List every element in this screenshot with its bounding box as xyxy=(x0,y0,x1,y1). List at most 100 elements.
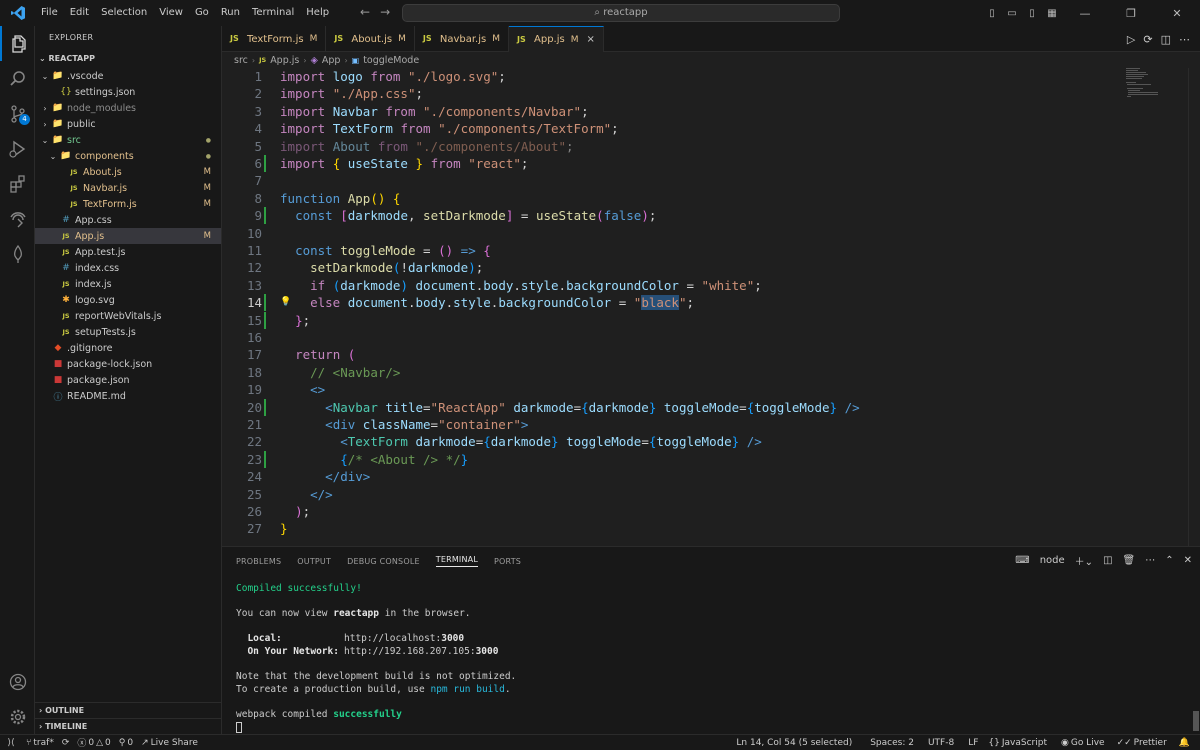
mongodb-leaf-icon[interactable] xyxy=(0,236,35,271)
close-tab-icon[interactable]: × xyxy=(586,34,594,45)
timeline-section[interactable]: › TIMELINE xyxy=(35,718,222,735)
run-debug-icon[interactable] xyxy=(0,131,35,166)
branch-indicator[interactable]: ⑂ traf* xyxy=(22,738,58,748)
tree-item[interactable]: JS setupTests.js xyxy=(35,324,221,340)
tree-item[interactable]: JS TextForm.js M xyxy=(35,196,221,212)
code-token: div xyxy=(332,417,356,432)
menu-item-selection[interactable]: Selection xyxy=(95,0,153,26)
forward-arrow-icon[interactable]: → xyxy=(380,5,390,19)
menu-item-run[interactable]: Run xyxy=(215,0,246,26)
close-panel-icon[interactable]: ✕ xyxy=(1184,555,1192,566)
tree-item[interactable]: {} settings.json xyxy=(35,84,221,100)
remote-indicator-icon[interactable]: ⟩⟨ xyxy=(0,735,22,750)
explorer-icon[interactable] xyxy=(0,26,35,61)
tree-item[interactable]: › 📁 node_modules xyxy=(35,100,221,116)
tree-item[interactable]: # index.css xyxy=(35,260,221,276)
tab-textform-js[interactable]: JS TextForm.js M xyxy=(222,26,327,52)
split-terminal-icon[interactable]: ◫ xyxy=(1103,555,1112,566)
indentation[interactable]: Spaces: 2 xyxy=(866,738,918,748)
command-center[interactable]: ⌕ reactapp xyxy=(402,4,840,22)
go-live-sync-icon[interactable]: ⟳ xyxy=(1143,33,1152,46)
sync-icon[interactable]: ⟳ xyxy=(58,738,74,748)
run-icon[interactable]: ▷ xyxy=(1127,33,1135,46)
breadcrumb-item[interactable]: src xyxy=(234,55,248,66)
terminal-output[interactable]: Compiled successfully! You can now view … xyxy=(236,583,516,734)
panel-tab-problems[interactable]: PROBLEMS xyxy=(236,557,281,566)
language-mode[interactable]: {} JavaScript xyxy=(984,738,1051,748)
panel-tab-ports[interactable]: PORTS xyxy=(494,557,521,566)
toggle-panel-icon[interactable]: ▭ xyxy=(1002,8,1022,19)
line-number: 25 xyxy=(246,486,262,502)
go-live-button[interactable]: ◉ Go Live xyxy=(1057,738,1109,748)
maximize-button[interactable]: ❐ xyxy=(1108,7,1154,20)
tab-about-js[interactable]: JS About.js M xyxy=(326,26,415,52)
menu-item-help[interactable]: Help xyxy=(300,0,335,26)
tab-app-js[interactable]: JS App.js M × xyxy=(509,26,604,52)
tree-item[interactable]: JS index.js xyxy=(35,276,221,292)
cursor-position[interactable]: Ln 14, Col 54 (5 selected) xyxy=(732,738,856,748)
maximize-panel-icon[interactable]: ⌃ xyxy=(1165,555,1173,566)
breadcrumb-item[interactable]: App.js xyxy=(270,55,299,66)
trash-icon[interactable]: 🗑 xyxy=(1123,555,1136,566)
code-token: ( xyxy=(347,347,356,363)
tree-item[interactable]: JS Navbar.js M xyxy=(35,180,221,196)
tree-item[interactable]: ■ package.json xyxy=(35,372,221,388)
panel-tab-debug-console[interactable]: DEBUG CONSOLE xyxy=(347,557,420,566)
code-token: ; xyxy=(302,312,311,328)
close-window-button[interactable]: ✕ xyxy=(1154,7,1200,20)
source-control-icon[interactable]: 4 xyxy=(0,96,35,131)
ports-indicator[interactable]: ⚲ 0 xyxy=(115,738,137,748)
extensions-icon[interactable] xyxy=(0,166,35,201)
menu-item-go[interactable]: Go xyxy=(189,0,215,26)
scroll-thumb[interactable] xyxy=(1193,711,1199,731)
tree-item[interactable]: ⌄ 📁 .vscode xyxy=(35,68,221,84)
tree-item[interactable]: ⌄ 📁 src ● xyxy=(35,132,221,148)
menu-item-terminal[interactable]: Terminal xyxy=(246,0,300,26)
panel-scrollbar[interactable] xyxy=(1190,573,1200,735)
accounts-icon[interactable] xyxy=(0,664,35,699)
tab-navbar-js[interactable]: JS Navbar.js M xyxy=(415,26,509,52)
customize-layout-icon[interactable]: ▦ xyxy=(1042,8,1062,19)
split-editor-icon[interactable]: ◫ xyxy=(1161,33,1171,46)
tree-item[interactable]: ■ package-lock.json xyxy=(35,356,221,372)
panel-tab-terminal[interactable]: TERMINAL xyxy=(435,555,479,567)
tree-item[interactable]: JS App.js M xyxy=(35,228,221,244)
tree-item[interactable]: ✱ logo.svg xyxy=(35,292,221,308)
end-of-line[interactable]: LF xyxy=(964,738,982,748)
more-actions-icon[interactable]: ⋯ xyxy=(1179,33,1190,46)
remote-explorer-icon[interactable] xyxy=(0,201,35,236)
tree-item[interactable]: ⓘ README.md xyxy=(35,388,221,404)
tree-item[interactable]: JS About.js M xyxy=(35,164,221,180)
minimize-button[interactable]: — xyxy=(1062,7,1108,20)
tree-item[interactable]: ◆ .gitignore xyxy=(35,340,221,356)
tree-item[interactable]: ⌄ 📁 components ● xyxy=(35,148,221,164)
encoding[interactable]: UTF-8 xyxy=(924,738,958,748)
search-view-icon[interactable] xyxy=(0,61,35,96)
tree-item[interactable]: JS App.test.js xyxy=(35,244,221,260)
outline-section[interactable]: › OUTLINE xyxy=(35,702,222,719)
settings-gear-icon[interactable] xyxy=(0,699,35,734)
back-arrow-icon[interactable]: ← xyxy=(360,5,370,19)
menu-item-edit[interactable]: Edit xyxy=(64,0,95,26)
prettier-button[interactable]: ✓✓ Prettier xyxy=(1113,738,1171,748)
tree-item[interactable]: JS reportWebVitals.js xyxy=(35,308,221,324)
code-editor[interactable]: 1 import logo from "./logo.svg"; 2 import "… xyxy=(222,68,1200,546)
workspace-root[interactable]: ⌄ REACTAPP xyxy=(35,50,221,68)
panel-tab-output[interactable]: OUTPUT xyxy=(297,557,331,566)
toggle-secondary-sidebar-icon[interactable]: ▯ xyxy=(1022,8,1042,19)
terminal-shell-name[interactable]: node xyxy=(1040,555,1065,566)
live-share-button[interactable]: ↗ Live Share xyxy=(137,738,202,748)
code-token: function xyxy=(280,190,341,206)
breadcrumb-item[interactable]: App xyxy=(322,55,341,66)
menu-item-view[interactable]: View xyxy=(153,0,189,26)
breadcrumb-item[interactable]: toggleMode xyxy=(363,55,419,66)
tree-item[interactable]: › 📁 public xyxy=(35,116,221,132)
tree-item[interactable]: # App.css xyxy=(35,212,221,228)
new-terminal-icon[interactable]: ＋⌄ xyxy=(1075,553,1093,568)
code-token: () xyxy=(438,243,454,258)
menu-item-file[interactable]: File xyxy=(35,0,64,26)
more-actions-icon[interactable]: ⋯ xyxy=(1145,555,1155,566)
problems-indicator[interactable]: ⓧ 0 △ 0 xyxy=(73,736,114,750)
toggle-primary-sidebar-icon[interactable]: ▯ xyxy=(982,8,1002,19)
notifications-bell-icon[interactable]: 🔔 xyxy=(1175,738,1194,748)
